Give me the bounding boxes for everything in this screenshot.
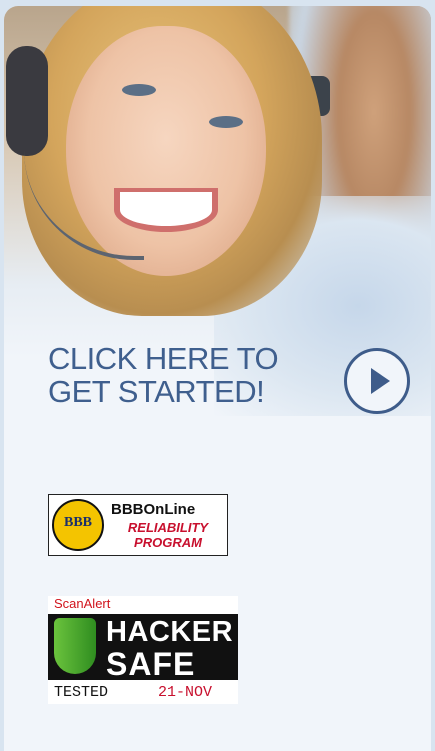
bbb-line-2: PROGRAM (134, 535, 202, 550)
bbb-seal-text: BBB (63, 515, 92, 530)
hacker-word: HACKER (106, 616, 234, 648)
safe-word: SAFE (106, 646, 196, 682)
scanalert-brand: ScanAlert (54, 596, 111, 611)
get-started-link[interactable]: CLICK HERE TO GET STARTED! (48, 342, 279, 408)
shield-icon (54, 618, 96, 674)
bbb-seal-icon: BBB (52, 499, 104, 551)
bbb-program-text: RELIABILITY PROGRAM (109, 520, 227, 550)
signup-panel: CLICK HERE TO GET STARTED! BBB BBBOnLine… (4, 6, 431, 751)
bbb-title: BBBOnLine (111, 501, 196, 518)
tested-label: TESTED (54, 684, 109, 701)
agent-eye-right (209, 116, 243, 128)
bbb-line-1: RELIABILITY (127, 520, 209, 535)
bbb-online-badge[interactable]: BBB BBBOnLine RELIABILITY PROGRAM (48, 494, 228, 556)
agent-eye-left (122, 84, 156, 96)
hacker-safe-block: HACKER SAFE (48, 614, 238, 682)
play-arrow-icon (371, 368, 390, 394)
tested-date: 21-NOV (158, 684, 213, 701)
cta-line-2[interactable]: GET STARTED! (48, 375, 278, 408)
cta-line-1[interactable]: CLICK HERE TO (48, 342, 279, 375)
headset-icon (6, 46, 48, 156)
hacker-safe-badge[interactable]: ScanAlert HACKER SAFE TESTED 21-NOV (48, 596, 238, 704)
get-started-button[interactable] (344, 348, 410, 414)
